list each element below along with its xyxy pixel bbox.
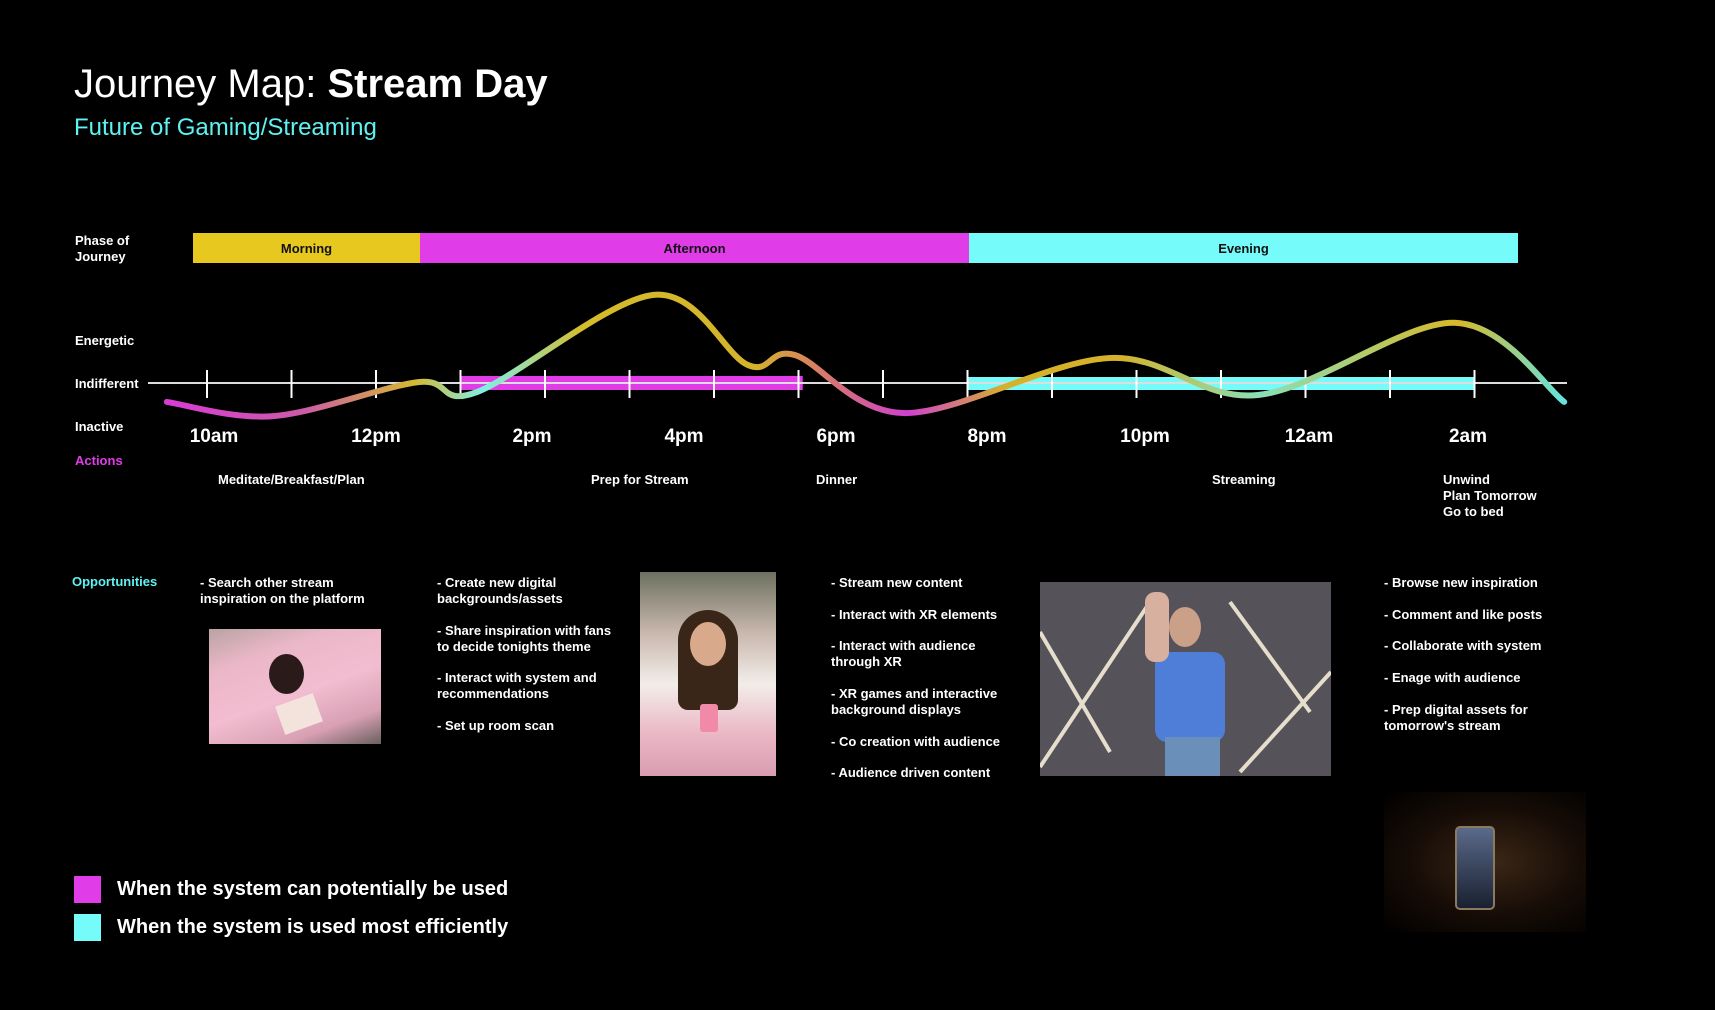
emotion-curve	[163, 291, 1568, 420]
opportunity-item: - Share inspiration with fans to decide …	[437, 623, 612, 654]
opportunity-item: - Interact with system and recommendatio…	[437, 670, 597, 701]
opportunity-item: - Set up room scan	[437, 718, 555, 733]
photo-phone-streaming	[1384, 792, 1586, 932]
time-label-4pm: 4pm	[664, 426, 704, 447]
opportunity-item: - Co creation with audience	[831, 734, 1001, 749]
time-label-10am: 10am	[189, 426, 239, 447]
time-label-6pm: 6pm	[816, 426, 856, 447]
opportunity-item: - Stream new content	[831, 575, 963, 590]
photo-woman-neon-lights	[1040, 582, 1331, 776]
time-label-10pm: 10pm	[1120, 426, 1170, 447]
photo-woman-with-phone	[640, 572, 776, 776]
opportunity-item: - Comment and like posts	[1384, 607, 1543, 622]
time-label-8pm: 8pm	[967, 426, 1007, 447]
opportunity-item: - Enage with audience	[1384, 670, 1521, 685]
opportunity-item: - Collaborate with system	[1384, 638, 1542, 653]
action-streaming: Streaming	[1212, 472, 1276, 487]
time-label-12pm: 12pm	[351, 426, 401, 447]
legend-label-potential: When the system can potentially be used	[117, 878, 509, 900]
opportunity-item: - Browse new inspiration	[1384, 575, 1538, 590]
opportunity-item: - Search other stream inspiration on the…	[200, 575, 365, 606]
time-label-12am: 12am	[1284, 426, 1334, 447]
time-label-2am: 2am	[1448, 426, 1488, 447]
legend-swatch-potential	[74, 876, 101, 903]
legend-label-efficient: When the system is used most efficiently	[117, 916, 509, 938]
opportunity-item: - Interact with XR elements	[831, 607, 998, 622]
opportunity-item: - XR games and interactive background di…	[831, 686, 998, 717]
opportunity-item: - Prep digital assets for tomorrow's str…	[1384, 702, 1528, 733]
action-unwind: Unwind Plan Tomorrow Go to bed	[1443, 472, 1537, 519]
action-dinner: Dinner	[816, 472, 858, 487]
opportunity-item: - Create new digital backgrounds/assets	[437, 575, 563, 606]
time-label-2pm: 2pm	[512, 426, 552, 447]
opportunity-item: - Audience driven content	[831, 765, 991, 780]
legend-swatch-efficient	[74, 914, 101, 941]
action-prep: Prep for Stream	[591, 472, 689, 487]
photo-woman-writing-on-couch	[209, 629, 381, 744]
action-morning: Meditate/Breakfast/Plan	[218, 472, 365, 487]
opportunity-item: - Interact with audience through XR	[831, 638, 976, 669]
